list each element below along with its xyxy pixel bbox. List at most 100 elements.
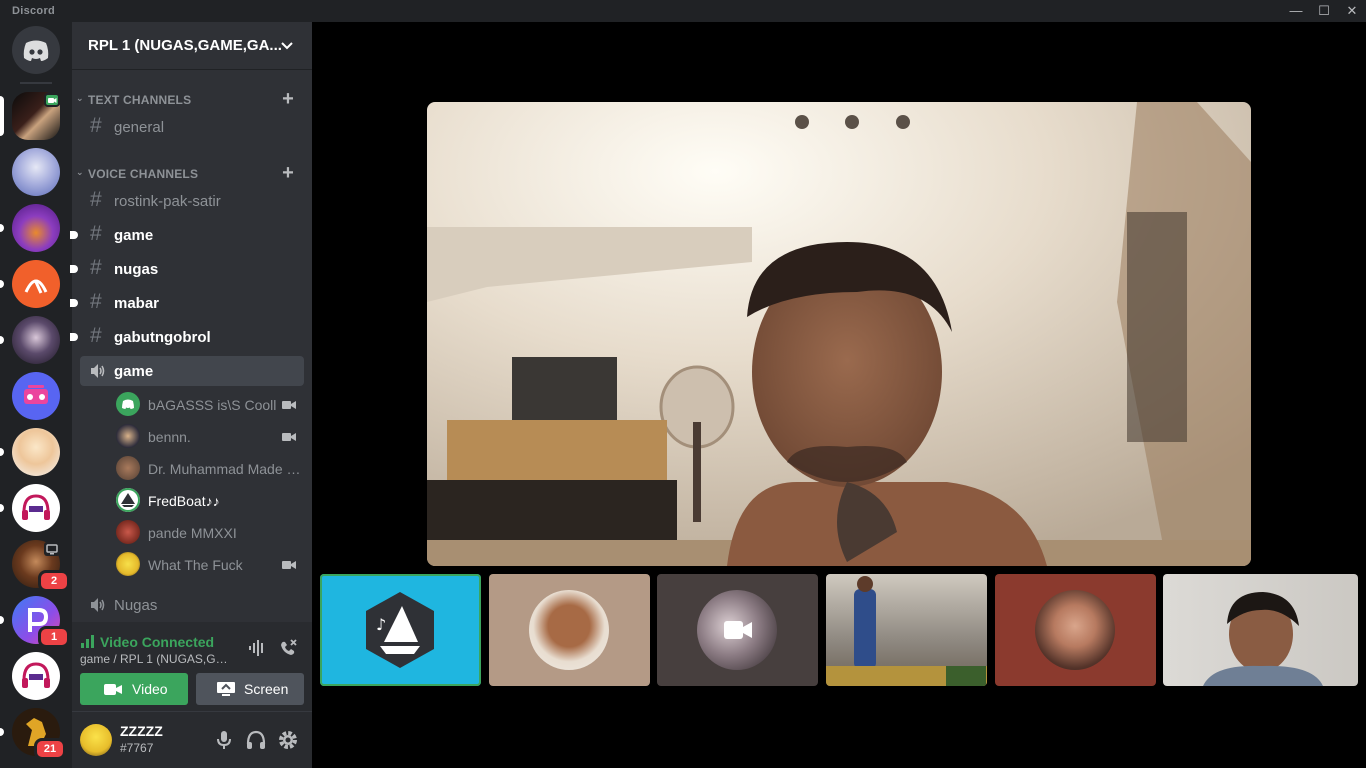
hash-icon: #	[90, 188, 102, 211]
channel-mabar[interactable]: # mabar	[70, 288, 304, 318]
participant-tile[interactable]	[1163, 574, 1358, 686]
camera-icon	[282, 433, 296, 441]
channel-game[interactable]: # game	[70, 220, 304, 250]
voice-user[interactable]: What The Fuck	[116, 548, 304, 578]
voice-user[interactable]: pande MMXXI	[116, 516, 304, 546]
screen-share-icon	[44, 542, 60, 556]
chevron-down-icon: ⌄	[76, 93, 84, 103]
user-tag[interactable]: #7767	[120, 741, 153, 755]
server-list: 2 1 21	[0, 22, 72, 768]
unread-indicator	[0, 280, 4, 288]
boombox-icon	[24, 385, 48, 404]
server-header[interactable]: RPL 1 (NUGAS,GAME,GA...	[72, 22, 312, 70]
video-active-icon	[44, 93, 60, 107]
participant-tile[interactable]: ♪	[320, 574, 481, 686]
server-name: RPL 1 (NUGAS,GAME,GA...	[88, 37, 282, 54]
avatar	[116, 456, 140, 480]
unread-indicator	[0, 616, 4, 624]
participant-tile[interactable]	[489, 574, 650, 686]
voice-channel-game[interactable]: game	[80, 356, 304, 386]
guild-blonde-anime[interactable]	[12, 428, 60, 476]
camera-icon	[282, 561, 296, 569]
participant-tile[interactable]	[995, 574, 1156, 686]
voice-user[interactable]: bennn.	[116, 420, 304, 450]
fredboat-logo-icon: ♪	[366, 592, 434, 668]
signal-bars-icon[interactable]	[80, 634, 96, 648]
participant-tile[interactable]	[826, 574, 987, 686]
channel-name: game	[114, 227, 154, 244]
username[interactable]: ZZZZZ	[120, 723, 163, 739]
webcam-feed	[826, 576, 987, 686]
voice-connection-panel: Video Connected game / RPL 1 (NUGAS,GAM.…	[72, 622, 312, 712]
guild-dark-anime[interactable]	[12, 316, 60, 364]
guild-anime-girl[interactable]	[12, 148, 60, 196]
headphones-icon[interactable]	[244, 728, 268, 752]
create-channel-icon[interactable]: +	[282, 88, 294, 111]
category-label: VOICE CHANNELS	[88, 167, 199, 181]
voice-user[interactable]: FredBoat♪♪	[116, 484, 304, 514]
guild-music-1[interactable]	[12, 484, 60, 532]
channel-nugas[interactable]: # nugas	[70, 254, 304, 284]
avatar	[1035, 590, 1115, 670]
avatar	[116, 552, 140, 576]
gear-icon[interactable]	[276, 728, 300, 752]
guild-orange-logo[interactable]	[12, 260, 60, 308]
guild-purple[interactable]	[12, 204, 60, 252]
category-text-channels[interactable]: ⌄ TEXT CHANNELS +	[76, 88, 304, 111]
home-button[interactable]	[12, 26, 60, 74]
guild-boombox[interactable]	[12, 372, 60, 420]
connection-channel[interactable]: game / RPL 1 (NUGAS,GAM...	[80, 652, 232, 666]
microphone-icon[interactable]	[212, 728, 236, 752]
speaker-icon	[91, 364, 105, 378]
participant-tile[interactable]	[657, 574, 818, 686]
maximize-button[interactable]: ☐	[1310, 0, 1338, 22]
avatar[interactable]	[80, 724, 112, 756]
unread-indicator	[0, 448, 4, 456]
disconnect-icon[interactable]	[278, 638, 298, 658]
unread-indicator	[0, 504, 4, 512]
active-guild-indicator	[0, 96, 4, 136]
hash-icon: #	[90, 324, 102, 347]
close-window-button[interactable]: ✕	[1338, 0, 1366, 22]
channel-gabutngobrol[interactable]: # gabutngobrol	[70, 322, 304, 352]
unread-indicator	[0, 728, 4, 736]
channel-name: game	[114, 363, 154, 380]
channel-name: general	[114, 119, 165, 136]
arc-logo-icon	[24, 279, 48, 294]
minimize-button[interactable]: —	[1282, 0, 1310, 22]
webcam-feed	[427, 102, 1251, 566]
channel-rostink-pak-satir[interactable]: # rostink-pak-satir	[80, 186, 304, 216]
voice-user-name: Dr. Muhammad Made m...	[148, 461, 302, 477]
camera-icon	[724, 621, 752, 639]
focused-video[interactable]	[427, 102, 1251, 566]
category-voice-channels[interactable]: ⌄ VOICE CHANNELS +	[76, 162, 304, 185]
voice-user[interactable]: Dr. Muhammad Made m...	[116, 452, 304, 482]
hash-icon: #	[90, 222, 102, 245]
avatar	[116, 424, 140, 448]
create-channel-icon[interactable]: +	[282, 162, 294, 185]
discord-icon	[23, 40, 49, 61]
voice-user-name: pande MMXXI	[148, 525, 237, 541]
unread-indicator	[70, 333, 78, 341]
music-headphones-icon	[22, 662, 50, 688]
video-button[interactable]: Video	[80, 673, 188, 705]
hash-icon: #	[90, 114, 102, 137]
channel-name: gabutngobrol	[114, 329, 211, 346]
video-button-label: Video	[132, 681, 168, 697]
mention-badge: 21	[34, 738, 66, 760]
video-stage: ♪	[312, 22, 1366, 768]
voice-channel-nugas[interactable]: Nugas	[80, 590, 304, 620]
screen-share-button[interactable]: Screen	[196, 673, 304, 705]
guild-separator	[20, 82, 52, 84]
unread-indicator	[0, 336, 4, 344]
channel-general[interactable]: # general	[80, 112, 304, 142]
voice-user[interactable]: bAGASSS is\S Cooll	[116, 388, 304, 418]
unread-indicator	[70, 299, 78, 307]
camera-icon	[282, 401, 296, 409]
avatar	[116, 392, 140, 416]
connection-status[interactable]: Video Connected	[100, 634, 214, 650]
noise-suppression-icon[interactable]	[248, 640, 266, 656]
fredboat-icon	[121, 493, 135, 507]
avatar	[116, 488, 140, 512]
guild-music-2[interactable]	[12, 652, 60, 700]
